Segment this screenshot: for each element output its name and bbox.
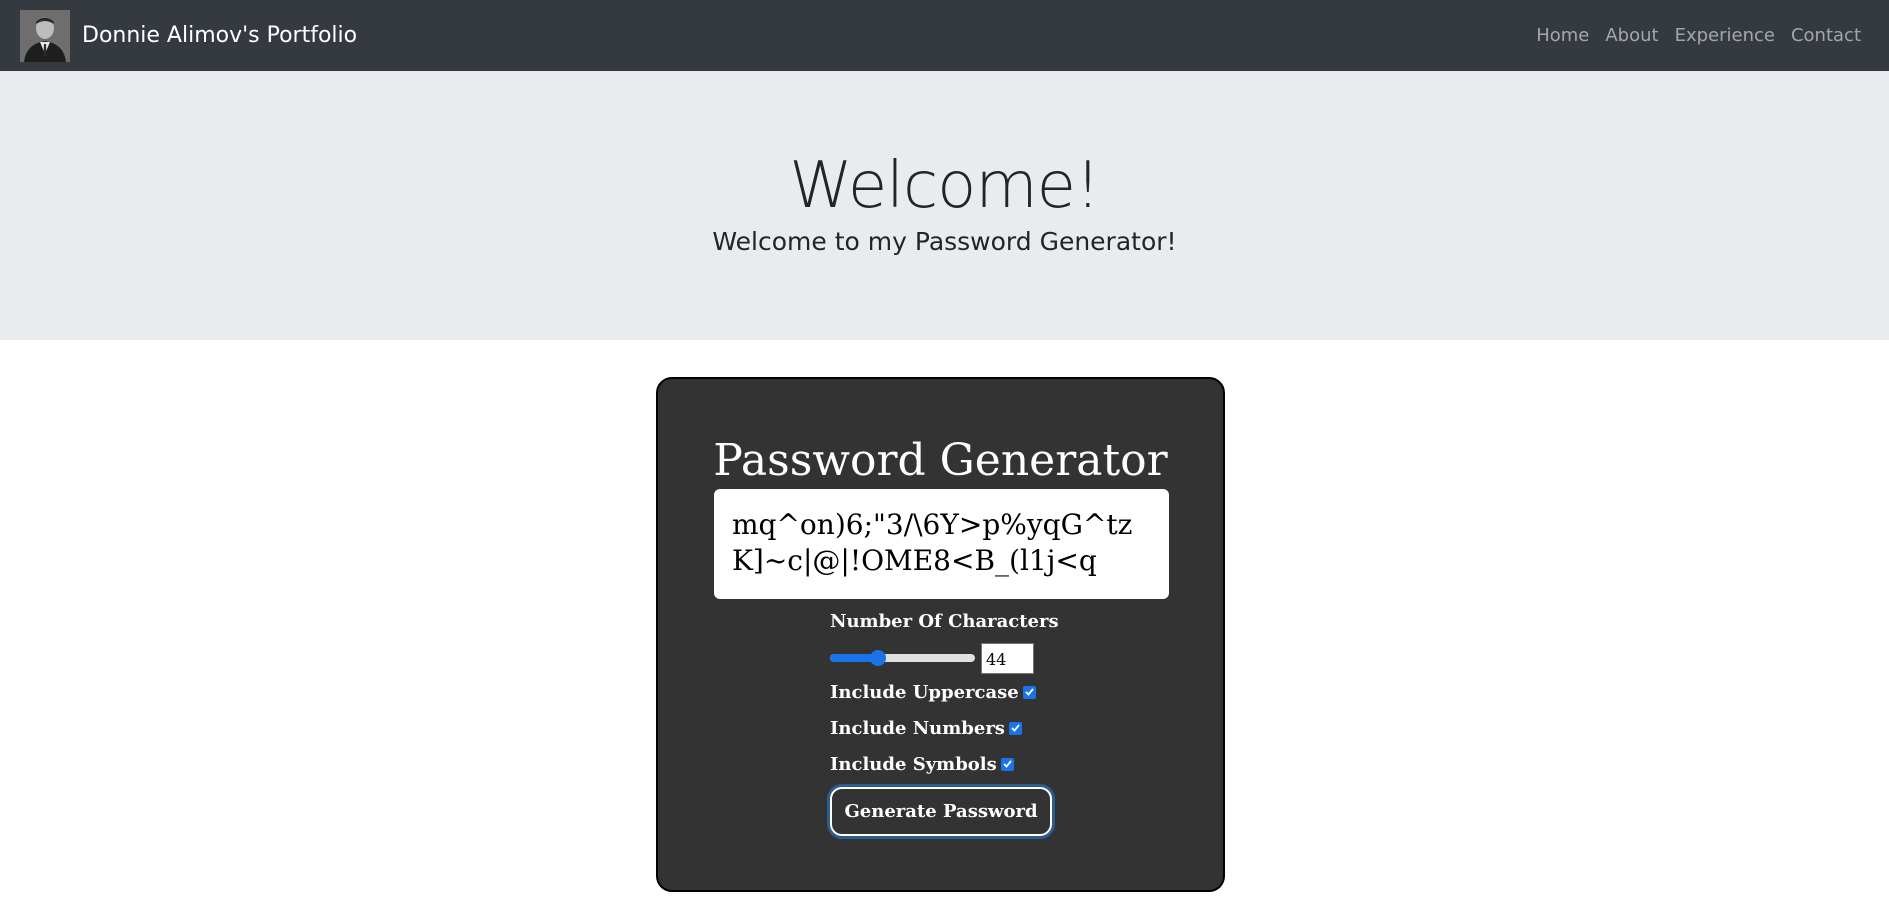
- length-input[interactable]: 44: [981, 642, 1034, 674]
- nav-link-experience[interactable]: Experience: [1667, 25, 1783, 46]
- password-output[interactable]: mq^on)6;"3/\6Y>p%yqG^tzK]~c|@|!OME8<B_(l…: [714, 489, 1169, 599]
- nav-link-about[interactable]: About: [1597, 25, 1666, 46]
- hero-subtitle: Welcome to my Password Generator!: [712, 227, 1177, 256]
- slider-thumb[interactable]: [869, 650, 886, 666]
- brand-link[interactable]: Donnie Alimov's Portfolio: [20, 9, 358, 62]
- uppercase-label: Include Uppercase: [830, 681, 1019, 703]
- chars-label: Number Of Characters: [830, 611, 1059, 632]
- password-generator-card: Password Generator mq^on)6;"3/\6Y>p%yqG^…: [656, 377, 1225, 892]
- nav-links: Home About Experience Contact: [1528, 25, 1869, 46]
- check-icon: [1003, 760, 1012, 768]
- brand-title: Donnie Alimov's Portfolio: [82, 23, 358, 48]
- numbers-label: Include Numbers: [830, 717, 1005, 739]
- symbols-row: Include Symbols: [830, 746, 1090, 782]
- numbers-checkbox[interactable]: [1008, 721, 1022, 735]
- numbers-row: Include Numbers: [830, 710, 1090, 746]
- generator-controls: Number Of Characters 44 Include Uppercas…: [830, 611, 1090, 782]
- hero-section: Welcome! Welcome to my Password Generato…: [0, 71, 1889, 340]
- length-slider[interactable]: [830, 650, 975, 666]
- nav-link-home[interactable]: Home: [1528, 25, 1597, 46]
- generate-password-button[interactable]: Generate Password: [830, 787, 1052, 836]
- nav-link-contact[interactable]: Contact: [1783, 25, 1869, 46]
- hero-title: Welcome!: [789, 149, 1100, 223]
- symbols-checkbox[interactable]: [1000, 757, 1014, 771]
- navbar: Donnie Alimov's Portfolio Home About Exp…: [0, 0, 1889, 71]
- uppercase-checkbox[interactable]: [1022, 685, 1036, 699]
- symbols-label: Include Symbols: [830, 753, 997, 775]
- uppercase-row: Include Uppercase: [830, 674, 1090, 710]
- avatar: [20, 9, 70, 62]
- generator-title: Password Generator: [713, 435, 1168, 486]
- length-row: 44: [830, 642, 1090, 674]
- check-icon: [1011, 724, 1020, 732]
- check-icon: [1025, 688, 1034, 696]
